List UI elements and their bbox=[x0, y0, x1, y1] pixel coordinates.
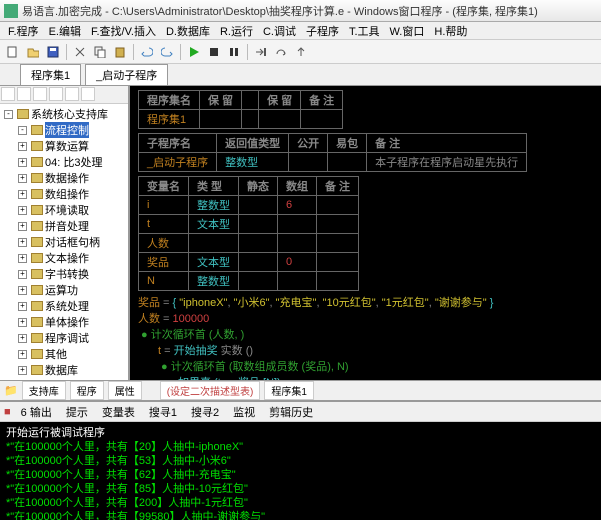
tab-support[interactable]: 支持库 bbox=[22, 381, 66, 400]
header-table-2: 子程序名返回值类型公开易包备 注 _启动子程序整数型本子程序在程序启动星先执行 bbox=[138, 133, 527, 172]
console-output[interactable]: 开始运行被调试程序*"在100000个人里，共有【20】人抽中-iphoneX"… bbox=[0, 422, 601, 520]
tree-item[interactable]: -流程控制 bbox=[16, 122, 126, 138]
menu-db[interactable]: D.数据库 bbox=[162, 22, 214, 40]
ctab-clip[interactable]: 剪辑历史 bbox=[265, 403, 317, 421]
ctab-search2[interactable]: 搜寻2 bbox=[187, 403, 223, 421]
tree-item[interactable]: +运算功 bbox=[16, 282, 126, 298]
menu-tools[interactable]: T.工具 bbox=[345, 22, 384, 40]
sidebar-btn[interactable] bbox=[81, 87, 95, 101]
sidebar-btn[interactable] bbox=[33, 87, 47, 101]
menu-edit[interactable]: E.编辑 bbox=[45, 22, 85, 40]
code-editor[interactable]: 程序集名保 留保 留备 注 程序集1 子程序名返回值类型公开易包备 注 _启动子… bbox=[130, 86, 601, 380]
vars-table: 变量名类 型静态数组备 注 i整数型6t文本型人数奖品文本型0N整数型 bbox=[138, 176, 359, 291]
menu-debug[interactable]: C.调试 bbox=[259, 22, 300, 40]
ctab-search1[interactable]: 搜寻1 bbox=[145, 403, 181, 421]
tree-root[interactable]: -系统核心支持库 bbox=[2, 106, 126, 122]
ctab-vars[interactable]: 变量表 bbox=[98, 403, 139, 421]
ctab-watch[interactable]: 监视 bbox=[229, 403, 259, 421]
paste-button[interactable] bbox=[111, 43, 129, 61]
tree-item[interactable]: +算数运算 bbox=[16, 138, 126, 154]
ctab-hint[interactable]: 提示 bbox=[62, 403, 92, 421]
tab-props[interactable]: 属性 bbox=[108, 381, 142, 400]
tree-item[interactable]: +其他 bbox=[16, 346, 126, 362]
run-button[interactable] bbox=[185, 43, 203, 61]
stop-button[interactable] bbox=[205, 43, 223, 61]
tree-item[interactable]: +环境读取 bbox=[16, 202, 126, 218]
app-icon bbox=[4, 4, 18, 18]
menu-bar: F.程序 E.编辑 F.查找/V.插入 D.数据库 R.运行 C.调试 子程序 … bbox=[0, 22, 601, 40]
code-line: 人数 = 100000 bbox=[138, 311, 593, 327]
ctab-output[interactable]: 6 输出 bbox=[17, 403, 56, 421]
open-button[interactable] bbox=[24, 43, 42, 61]
tree-item[interactable]: +数据操作 bbox=[16, 170, 126, 186]
menu-window[interactable]: W.窗口 bbox=[386, 22, 429, 40]
tree-item[interactable]: +文本操作 bbox=[16, 250, 126, 266]
code-line: t = 开始抽奖 实数 () bbox=[138, 343, 593, 359]
tree-item[interactable]: +系统处理 bbox=[16, 298, 126, 314]
toolbar bbox=[0, 40, 601, 64]
menu-sub[interactable]: 子程序 bbox=[302, 22, 343, 40]
sidebar-btn[interactable] bbox=[65, 87, 79, 101]
tab-bar: 程序集1 _启动子程序 bbox=[0, 64, 601, 86]
tree-view: -系统核心支持库 -流程控制+算数运算+04: 比3处理+数据操作+数组操作+环… bbox=[0, 104, 128, 380]
tree-item[interactable]: +数据库 bbox=[16, 362, 126, 378]
sidebar-btn[interactable] bbox=[49, 87, 63, 101]
tree-item[interactable]: +网络通信 bbox=[16, 378, 126, 380]
console-area: ■ 6 输出 提示 变量表 搜寻1 搜寻2 监视 剪辑历史 开始运行被调试程序*… bbox=[0, 400, 601, 520]
tree-item[interactable]: +数组操作 bbox=[16, 186, 126, 202]
tab-program[interactable]: 程序 bbox=[70, 381, 104, 400]
save-button[interactable] bbox=[44, 43, 62, 61]
new-button[interactable] bbox=[4, 43, 22, 61]
menu-find[interactable]: F.查找/V.插入 bbox=[87, 22, 160, 40]
menu-file[interactable]: F.程序 bbox=[4, 22, 43, 40]
tree-item[interactable]: +拼音处理 bbox=[16, 218, 126, 234]
tab-left[interactable]: 程序集1 bbox=[20, 64, 81, 85]
header-table-1: 程序集名保 留保 留备 注 程序集1 bbox=[138, 90, 343, 129]
tab-set1[interactable]: 程序集1 bbox=[264, 381, 314, 400]
bottom-tabs: 📁 支持库 程序 属性 (设定二次描述型表) 程序集1 bbox=[0, 380, 601, 400]
copy-button[interactable] bbox=[91, 43, 109, 61]
stepover-button[interactable] bbox=[272, 43, 290, 61]
tree-item[interactable]: +单体操作 bbox=[16, 314, 126, 330]
menu-help[interactable]: H.帮助 bbox=[430, 22, 471, 40]
tree-item[interactable]: +字书转换 bbox=[16, 266, 126, 282]
bt-icon: 📁 bbox=[4, 384, 18, 397]
title-bar: 易语言.加密完成 - C:\Users\Administrator\Deskto… bbox=[0, 0, 601, 22]
code-line: ● 计次循环首 (人数, ) bbox=[138, 327, 593, 343]
tree-item[interactable]: +对话框句柄 bbox=[16, 234, 126, 250]
redo-button[interactable] bbox=[158, 43, 176, 61]
sidebar-btn[interactable] bbox=[1, 87, 15, 101]
sidebar-toolbar bbox=[0, 86, 128, 104]
tab-type[interactable]: (设定二次描述型表) bbox=[160, 381, 261, 400]
code-line: ● 计次循环首 (取数组成员数 (奖品), N) bbox=[138, 359, 593, 375]
cut-button[interactable] bbox=[71, 43, 89, 61]
console-toolbar: ■ 6 输出 提示 变量表 搜寻1 搜寻2 监视 剪辑历史 bbox=[0, 402, 601, 422]
main-area: -系统核心支持库 -流程控制+算数运算+04: 比3处理+数据操作+数组操作+环… bbox=[0, 86, 601, 380]
code-line: 如果真 (t ＝ 奖品 [N]) bbox=[138, 375, 593, 380]
sidebar: -系统核心支持库 -流程控制+算数运算+04: 比3处理+数据操作+数组操作+环… bbox=[0, 86, 130, 380]
menu-run[interactable]: R.运行 bbox=[216, 22, 257, 40]
step-button[interactable] bbox=[252, 43, 270, 61]
code-line: 奖品 = { "iphoneX", "小米6", "充电宝", "10元红包",… bbox=[138, 295, 593, 311]
undo-button[interactable] bbox=[138, 43, 156, 61]
pause-button[interactable] bbox=[225, 43, 243, 61]
sidebar-btn[interactable] bbox=[17, 87, 31, 101]
tree-item[interactable]: +04: 比3处理 bbox=[16, 154, 126, 170]
tree-item[interactable]: +程序调试 bbox=[16, 330, 126, 346]
stepout-button[interactable] bbox=[292, 43, 310, 61]
window-title: 易语言.加密完成 - C:\Users\Administrator\Deskto… bbox=[22, 3, 538, 19]
tab-right[interactable]: _启动子程序 bbox=[85, 64, 168, 85]
